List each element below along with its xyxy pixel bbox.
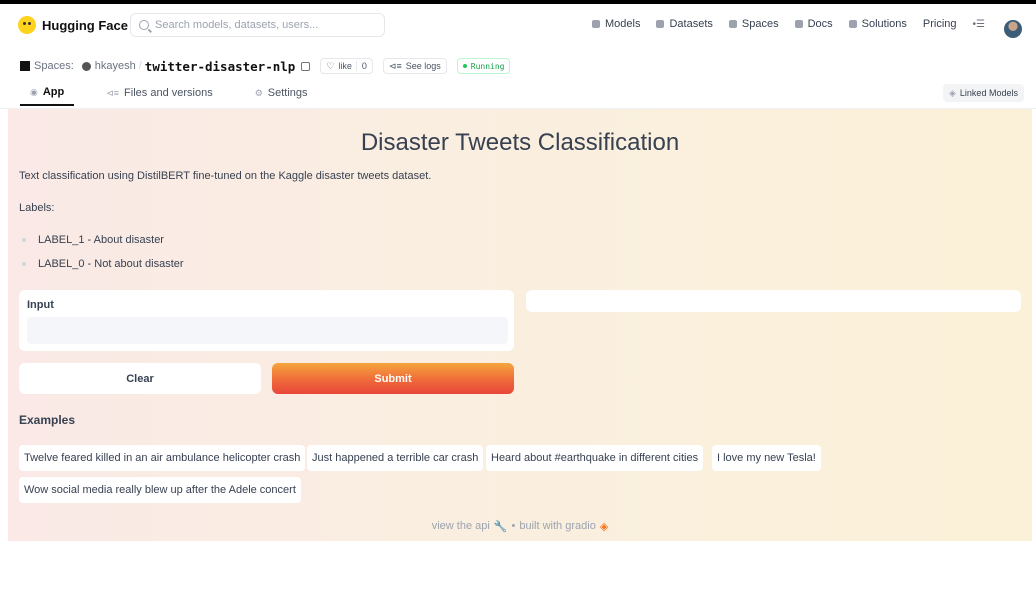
input-panel: Input [19,290,514,351]
nav-docs[interactable]: Docs [794,18,833,30]
space-tabs: ◉ App ⊲≡ Files and versions ⚙ Settings [20,80,340,108]
site-header: Hugging Face Models Datasets Spaces Docs… [0,4,1036,48]
gear-icon: ⚙ [254,87,263,98]
space-header: Spaces: hkayesh / twitter-disaster-nlp ♡… [20,58,511,74]
example-item[interactable]: Wow social media really blew up after th… [19,477,301,503]
app-footer: view the api 🔧 • built with gradio ◈ [8,520,1032,533]
search-input[interactable] [155,19,375,31]
app-icon: ◉ [30,86,38,97]
submit-button[interactable]: Submit [272,363,514,394]
hugging-face-logo-icon [18,16,36,34]
built-with-gradio-link[interactable]: built with gradio [519,520,595,533]
logs-icon: ⊲≡ [388,60,402,71]
heart-icon: ♡ [326,60,335,71]
space-owner[interactable]: hkayesh [95,60,136,72]
example-item[interactable]: Heard about #earthquake in different cit… [486,445,704,471]
brand-name: Hugging Face [42,17,128,33]
labels-heading: Labels: [19,202,55,214]
gradio-app: Disaster Tweets Classification Text clas… [8,109,1032,541]
spaces-icon [20,61,30,71]
path-separator: / [138,60,142,72]
main-nav: Models Datasets Spaces Docs Solutions Pr… [592,18,985,30]
status-badge: Running [456,58,511,74]
nav-models[interactable]: Models [592,18,640,30]
tab-settings[interactable]: ⚙ Settings [245,80,318,106]
like-count: 0 [355,61,367,71]
nav-solutions[interactable]: Solutions [848,18,907,30]
like-button[interactable]: ♡ like 0 [320,58,373,74]
files-icon: ⊲≡ [106,87,120,98]
app-description: Text classification using DistilBERT fin… [19,170,432,182]
wrench-icon: 🔧 [493,521,508,533]
label-list-item: LABEL_1 - About disaster [19,234,164,246]
tab-app[interactable]: ◉ App [20,80,75,106]
footer-separator: • [511,520,516,532]
clear-button[interactable]: Clear [19,363,261,394]
text-input[interactable] [27,317,508,344]
examples-heading: Examples [19,413,76,427]
user-avatar[interactable] [1004,20,1022,38]
linked-models-button[interactable]: ◈ Linked Models [943,84,1024,102]
bullet-icon [22,262,26,266]
docs-icon [794,20,803,28]
bullet-icon [22,238,26,242]
brand-logo[interactable]: Hugging Face [18,16,128,34]
owner-avatar [81,61,91,71]
copy-icon[interactable] [301,61,311,71]
datasets-icon [656,20,665,28]
gradio-logo-icon: ◈ [599,521,609,533]
label-list-item: LABEL_0 - Not about disaster [19,258,184,270]
page-title: Disaster Tweets Classification [360,129,680,156]
view-api-link[interactable]: view the api [432,520,490,533]
example-item[interactable]: I love my new Tesla! [712,445,821,471]
status-dot-icon [462,64,467,68]
space-repo-name[interactable]: twitter-disaster-nlp [145,59,296,74]
models-icon: ◈ [949,87,956,98]
search-icon [139,20,149,30]
output-panel [526,290,1021,312]
spaces-breadcrumb[interactable]: Spaces: [20,60,74,72]
spaces-icon [728,20,737,28]
solutions-icon [848,20,857,28]
tab-files-and-versions[interactable]: ⊲≡ Files and versions [96,80,222,106]
see-logs-button[interactable]: ⊲≡ See logs [382,58,447,74]
nav-datasets[interactable]: Datasets [656,18,713,30]
nav-spaces[interactable]: Spaces [728,18,779,30]
models-icon [592,20,600,28]
site-search[interactable] [130,13,385,37]
example-item[interactable]: Twelve feared killed in an air ambulance… [19,445,306,471]
input-label: Input [27,299,54,311]
example-item[interactable]: Just happened a terrible car crash [307,445,484,471]
nav-pricing[interactable]: Pricing [923,18,957,30]
more-menu-icon[interactable]: •☰ [973,19,985,30]
